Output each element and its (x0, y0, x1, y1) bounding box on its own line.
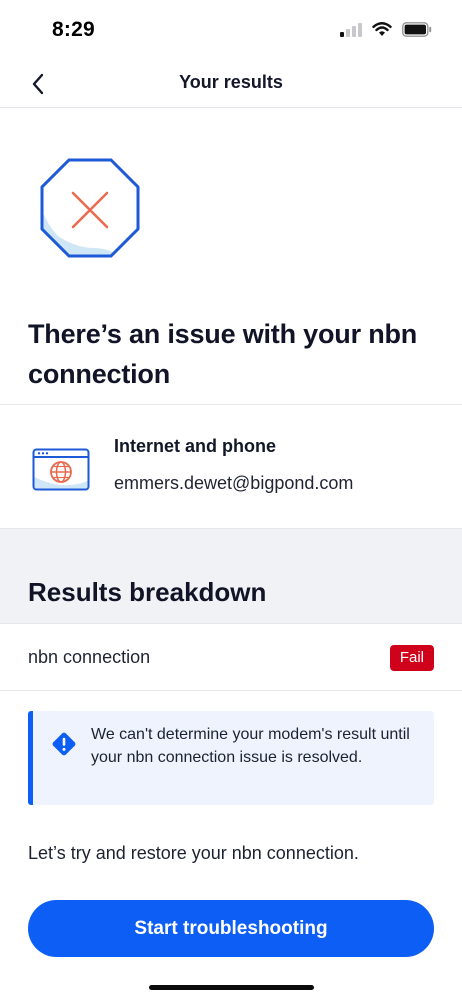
info-notice: We can't determine your modem's result u… (28, 711, 434, 805)
nav-bar: Your results (0, 60, 462, 108)
wifi-icon (372, 22, 392, 36)
restore-prompt: Let’s try and restore your nbn connectio… (28, 843, 359, 863)
page-title: Your results (179, 72, 283, 92)
status-icons (340, 22, 432, 37)
service-title: Internet and phone (114, 436, 276, 456)
start-troubleshooting-button[interactable]: Start troubleshooting (28, 900, 434, 957)
status-badge-fail: Fail (389, 645, 434, 671)
results-breakdown-header: Results breakdown (0, 528, 462, 624)
info-notice-text: We can't determine your modem's result u… (91, 726, 410, 766)
result-label: nbn connection (28, 647, 151, 667)
internet-browser-globe-icon (32, 448, 90, 491)
warning-diamond-icon (52, 732, 76, 756)
results-breakdown-title: Results breakdown (28, 577, 267, 607)
issue-headline: There’s an issue with your nbn connectio… (28, 319, 418, 389)
account-email: emmers.dewet@bigpond.com (114, 473, 354, 493)
status-bar: 8:29 (0, 0, 462, 60)
battery-icon (402, 22, 432, 37)
home-indicator (149, 985, 314, 990)
error-octagon-icon (40, 158, 140, 258)
service-summary: Internet and phone emmers.dewet@bigpond.… (0, 405, 462, 527)
result-row-nbn-connection: nbn connection Fail (0, 625, 462, 691)
status-time: 8:29 (52, 18, 95, 41)
cellular-signal-icon (340, 22, 362, 37)
